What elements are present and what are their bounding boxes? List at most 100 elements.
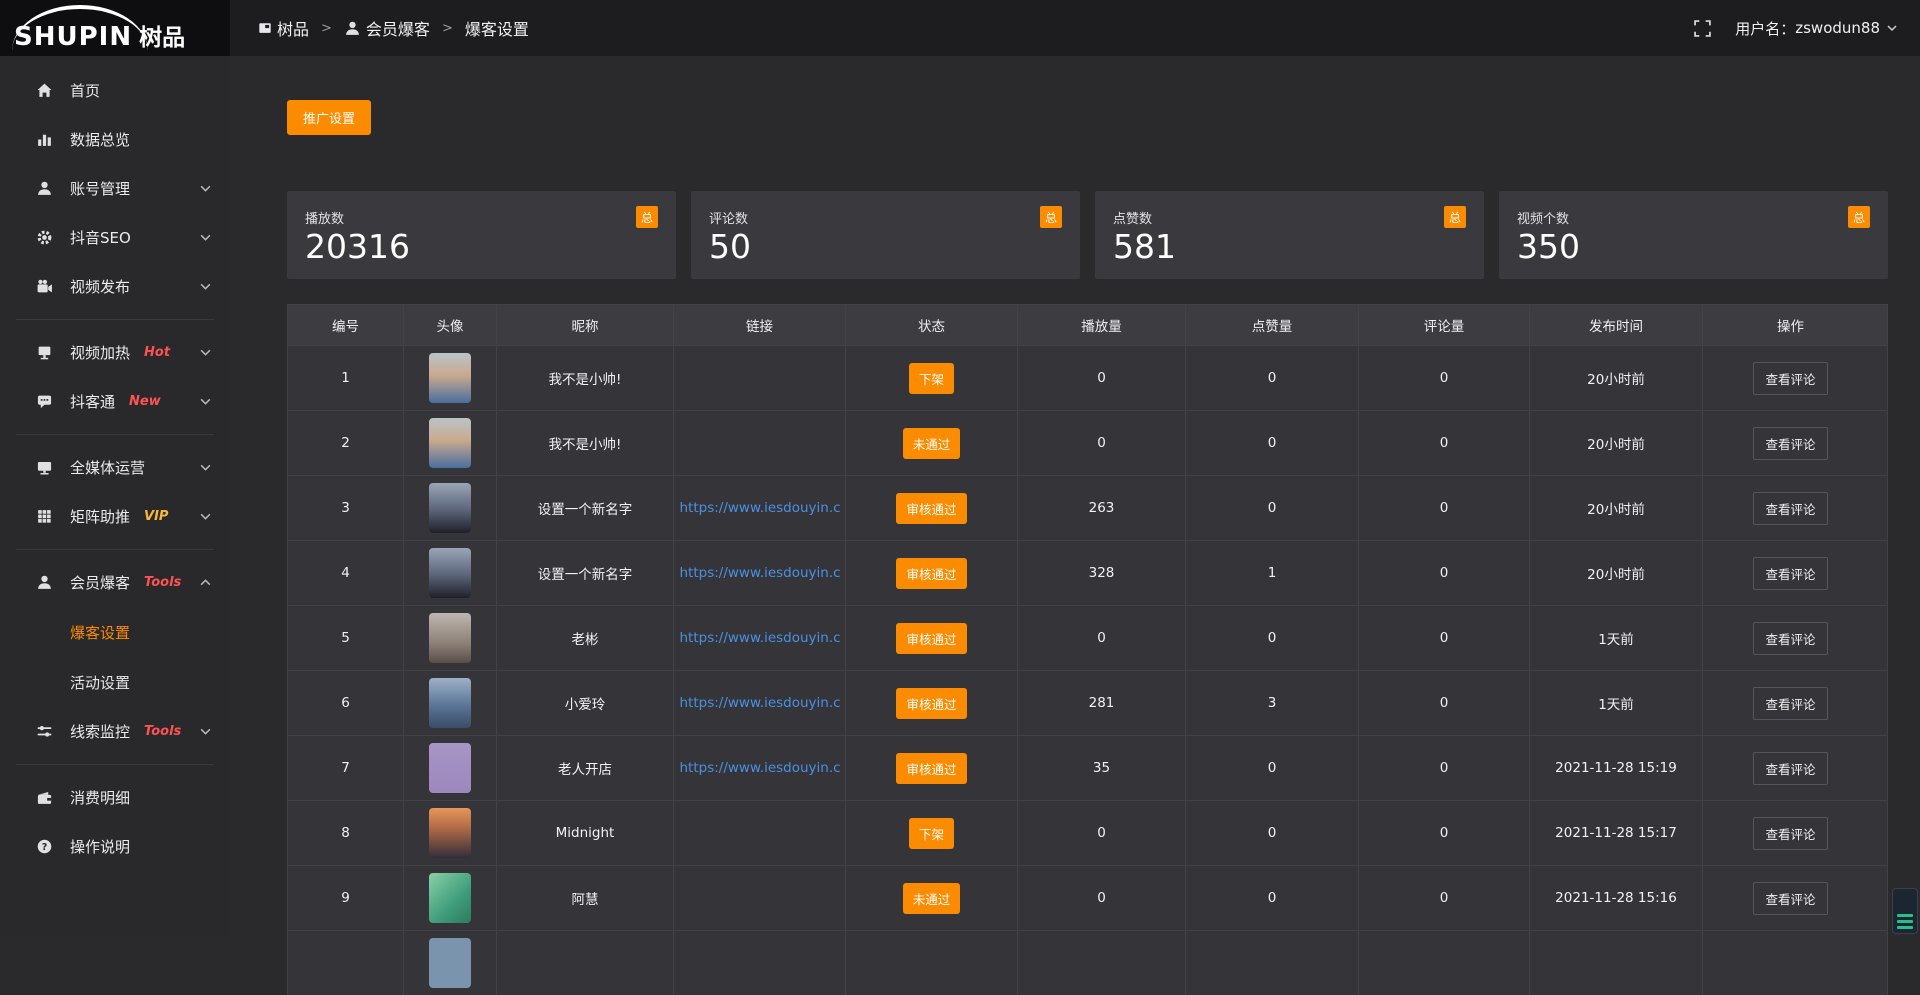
status-button[interactable]: 未通过 — [903, 883, 961, 914]
cell-status: 下架 — [846, 801, 1018, 865]
sidebar-item-label: 消费明细 — [70, 787, 130, 808]
cell-time: 2021-11-28 15:17 — [1530, 801, 1703, 865]
view-comments-button[interactable]: 查看评论 — [1753, 427, 1827, 460]
cell-comments: 0 — [1359, 346, 1530, 410]
view-comments-button[interactable]: 查看评论 — [1753, 687, 1827, 720]
cell-time: 2021-11-28 15:16 — [1530, 866, 1703, 930]
cell-likes: 0 — [1186, 866, 1359, 930]
menu-divider — [16, 319, 214, 320]
status-button[interactable]: 下架 — [909, 363, 954, 394]
sidebar-item-label: 抖音SEO — [70, 227, 131, 248]
sidebar-item-4[interactable]: 视频发布 — [0, 262, 230, 311]
cell-id: 6 — [288, 671, 404, 735]
cell-link: https://www.iesdouyin.c — [674, 606, 846, 670]
status-button[interactable]: 审核通过 — [896, 623, 966, 654]
view-comments-button[interactable]: 查看评论 — [1753, 557, 1827, 590]
video-link[interactable]: https://www.iesdouyin.c — [680, 695, 840, 711]
monitor-icon — [36, 459, 53, 476]
cell-time: 20小时前 — [1530, 541, 1703, 605]
stat-total-badge: 总 — [1040, 206, 1062, 228]
chevron-down-icon — [199, 395, 212, 408]
avatar — [429, 548, 471, 598]
status-button[interactable]: 审核通过 — [896, 493, 966, 524]
stat-total-badge: 总 — [1444, 206, 1466, 228]
sidebar-item-3[interactable]: 抖音SEO — [0, 213, 230, 262]
sidebar-item-12[interactable]: 会员爆客Tools — [0, 558, 230, 607]
sidebar-item-6[interactable]: 视频加热Hot — [0, 328, 230, 377]
fullscreen-icon[interactable] — [1694, 20, 1711, 37]
sidebar-item-16[interactable]: ? 操作说明 — [0, 822, 230, 871]
breadcrumb-item-2[interactable]: 爆客设置 — [465, 16, 529, 40]
cell-comments: 0 — [1359, 411, 1530, 475]
cell-nickname: 我不是小帅! — [497, 411, 674, 475]
sidebar-item-label: 操作说明 — [70, 836, 130, 857]
member-icon — [36, 574, 53, 591]
table-row-7: 7老人开店https://www.iesdouyin.c审核通过35002021… — [288, 735, 1887, 800]
video-link[interactable]: https://www.iesdouyin.c — [680, 630, 840, 646]
chevron-down-icon — [199, 346, 212, 359]
sidebar-item-1[interactable]: 数据总览 — [0, 115, 230, 164]
cell-id: 9 — [288, 866, 404, 930]
video-camera-icon — [36, 278, 53, 295]
view-comments-button[interactable]: 查看评论 — [1753, 817, 1827, 850]
sidebar-item-7[interactable]: 抖客通New — [0, 377, 230, 426]
floating-widget[interactable] — [1892, 888, 1918, 934]
sidebar-item-label: 首页 — [70, 80, 100, 101]
cell-likes: 0 — [1186, 346, 1359, 410]
sidebar-item-label: 账号管理 — [70, 178, 130, 199]
user-name: zswodun88 — [1795, 19, 1880, 37]
view-comments-button[interactable]: 查看评论 — [1753, 752, 1827, 785]
dashboard-icon — [258, 21, 272, 35]
sidebar-item-13[interactable]: 线索监控Tools — [0, 707, 230, 756]
cell-action: 查看评论 — [1703, 671, 1878, 735]
status-button[interactable]: 下架 — [909, 818, 954, 849]
breadcrumb-item-1[interactable]: 会员爆客 — [344, 16, 430, 40]
cell-nickname: 阿慧 — [497, 866, 674, 930]
status-button[interactable]: 审核通过 — [896, 753, 966, 784]
cell-comments: 0 — [1359, 606, 1530, 670]
user-icon — [36, 180, 53, 197]
cell-likes: 0 — [1186, 736, 1359, 800]
cell-plays: 0 — [1018, 606, 1186, 670]
status-button[interactable]: 审核通过 — [896, 688, 966, 719]
sidebar-item-2[interactable]: 账号管理 — [0, 164, 230, 213]
sidebar-item-0[interactable]: 首页 — [0, 66, 230, 115]
cell-time — [1530, 931, 1703, 995]
view-comments-button[interactable]: 查看评论 — [1753, 362, 1827, 395]
cell-id: 5 — [288, 606, 404, 670]
cell-nickname: 小爱玲 — [497, 671, 674, 735]
chevron-down-icon — [199, 461, 212, 474]
cell-likes: 0 — [1186, 476, 1359, 540]
sidebar-subitem-爆客设置[interactable]: 爆客设置 — [0, 607, 230, 657]
avatar — [429, 613, 471, 663]
view-comments-button[interactable]: 查看评论 — [1753, 622, 1827, 655]
video-link[interactable]: https://www.iesdouyin.c — [680, 760, 840, 776]
view-comments-button[interactable]: 查看评论 — [1753, 492, 1827, 525]
sidebar-item-10[interactable]: 矩阵助推VIP — [0, 492, 230, 541]
user-menu[interactable]: 用户名：zswodun88 — [1735, 18, 1898, 39]
cell-link: https://www.iesdouyin.c — [674, 476, 846, 540]
cell-plays: 0 — [1018, 801, 1186, 865]
cell-avatar — [404, 736, 497, 800]
breadcrumb-item-0[interactable]: 树品 — [258, 16, 309, 40]
video-link[interactable]: https://www.iesdouyin.c — [680, 565, 840, 581]
status-button[interactable]: 审核通过 — [896, 558, 966, 589]
cell-action: 查看评论 — [1703, 801, 1878, 865]
question-icon: ? — [36, 838, 53, 855]
sidebar-subitem-活动设置[interactable]: 活动设置 — [0, 657, 230, 707]
cell-link — [674, 931, 846, 995]
sidebar-item-9[interactable]: 全媒体运营 — [0, 443, 230, 492]
video-link[interactable]: https://www.iesdouyin.c — [680, 500, 840, 516]
cell-action: 查看评论 — [1703, 346, 1878, 410]
sidebar-item-15[interactable]: 消费明细 — [0, 773, 230, 822]
cell-plays: 263 — [1018, 476, 1186, 540]
view-comments-button[interactable]: 查看评论 — [1753, 882, 1827, 915]
stat-label: 播放数 — [305, 206, 344, 227]
cell-action: 查看评论 — [1703, 411, 1878, 475]
topbar: 树品>会员爆客>爆客设置 用户名：zswodun88 — [230, 0, 1920, 56]
logo-arc-decoration — [12, 5, 148, 51]
status-button[interactable]: 未通过 — [903, 428, 961, 459]
chevron-down-icon — [199, 231, 212, 244]
chevron-down-icon — [199, 510, 212, 523]
promo-settings-button[interactable]: 推广设置 — [287, 100, 371, 135]
